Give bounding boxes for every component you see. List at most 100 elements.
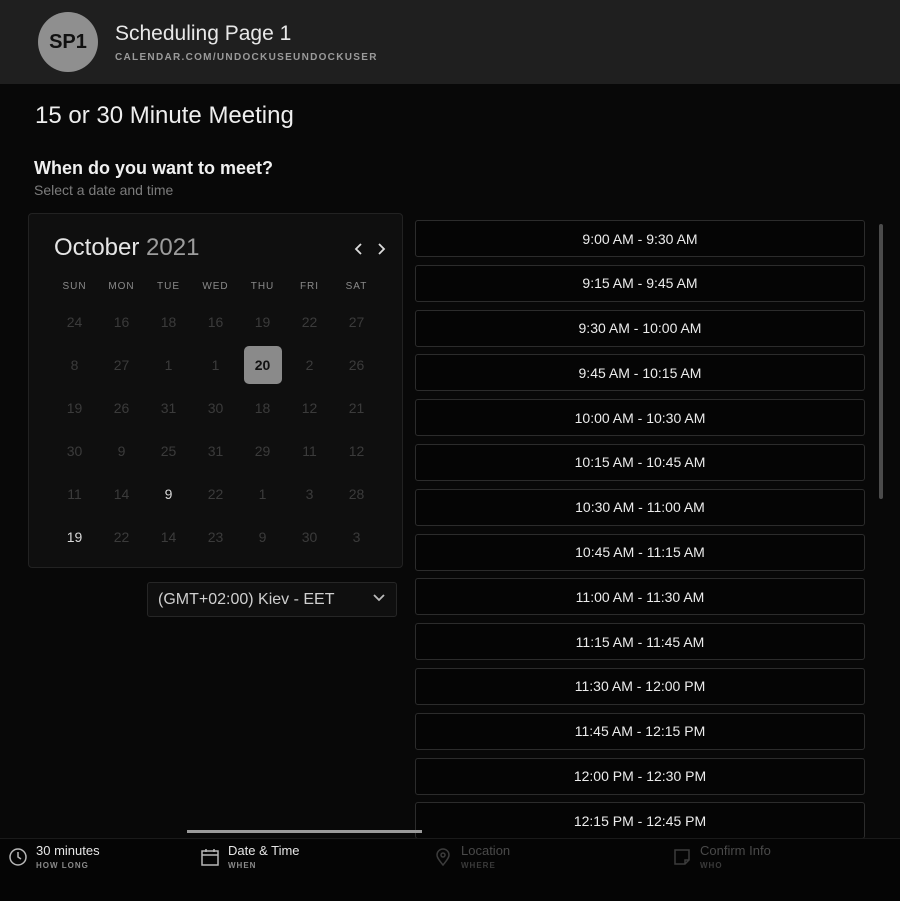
- time-slot-button[interactable]: 11:45 AM - 12:15 PM: [415, 712, 865, 750]
- calendar-day: 23: [192, 515, 239, 558]
- calendar-day-number: 26: [348, 356, 365, 373]
- calendar-day: 16: [98, 300, 145, 343]
- time-slot-button[interactable]: 10:00 AM - 10:30 AM: [415, 399, 865, 437]
- time-slot-button[interactable]: 12:00 PM - 12:30 PM: [415, 757, 865, 795]
- calendar-day-number: 1: [258, 485, 267, 502]
- time-slot-button[interactable]: 9:30 AM - 10:00 AM: [415, 309, 865, 347]
- calendar-week: 19 22 14 23 9 30 3: [51, 515, 381, 558]
- avatar: SP1: [38, 12, 98, 72]
- calendar-day: 1: [192, 343, 239, 386]
- calendar-day: 14: [98, 472, 145, 515]
- step-sublabel: WHERE: [461, 861, 496, 870]
- calendar-week: 30 9 25 31 29 11 12: [51, 429, 381, 472]
- calendar-day: 24: [51, 300, 98, 343]
- calendar-day-number: 18: [254, 399, 271, 416]
- calendar-day-number: 30: [207, 399, 224, 416]
- question-heading: When do you want to meet?: [34, 158, 273, 178]
- calendar-day: 30: [192, 386, 239, 429]
- calendar-day-number: 27: [113, 356, 130, 373]
- calendar-day[interactable]: 9: [145, 472, 192, 515]
- calendar-day: 9: [239, 515, 286, 558]
- weekday-label: FRI: [299, 281, 320, 292]
- calendar-day-number: 3: [352, 528, 361, 545]
- time-slot-button[interactable]: 12:15 PM - 12:45 PM: [415, 802, 865, 840]
- calendar-week: 19 26 31 30 18 12 21: [51, 386, 381, 429]
- calendar-day-selected[interactable]: 20: [239, 343, 286, 386]
- calendar-day-number: 2: [305, 356, 314, 373]
- calendar-day-number: 12: [348, 442, 365, 459]
- calendar-day-number: 8: [70, 356, 79, 373]
- calendar-day: 27: [98, 343, 145, 386]
- calendar-day-number: 22: [113, 528, 130, 545]
- chevron-left-icon[interactable]: [349, 240, 369, 260]
- time-slot-button[interactable]: 10:30 AM - 11:00 AM: [415, 488, 865, 526]
- calendar-day-number: 30: [66, 442, 83, 459]
- step-label: Confirm Info: [700, 843, 771, 858]
- chevron-right-icon[interactable]: [371, 240, 391, 260]
- calendar-day-number: 11: [302, 442, 317, 459]
- calendar-day-number: 24: [66, 313, 83, 330]
- calendar-week: 24 16 18 16 19 22 27: [51, 300, 381, 343]
- time-slot-button[interactable]: 10:45 AM - 11:15 AM: [415, 533, 865, 571]
- weekday-label: WED: [202, 281, 229, 292]
- calendar-day: 29: [239, 429, 286, 472]
- steps-bar: 30 minutes HOW LONG Date & Time WHEN Loc…: [0, 838, 900, 901]
- weekday-label: MON: [108, 281, 135, 292]
- calendar-day: 21: [333, 386, 380, 429]
- step-sublabel: WHEN: [228, 861, 257, 870]
- calendar-day-number: 16: [113, 313, 130, 330]
- timezone-select[interactable]: (GMT+02:00) Kiev - EET: [147, 582, 397, 617]
- weekday-label: SAT: [345, 281, 368, 292]
- time-slot-button[interactable]: 11:15 AM - 11:45 AM: [415, 623, 865, 661]
- calendar-day: 30: [286, 515, 333, 558]
- calendar-day-number: 1: [164, 356, 173, 373]
- scheduling-page-url[interactable]: CALENDAR.COM/UNDOCKUSEUNDOCKUSER: [115, 52, 378, 63]
- calendar-week: 8 27 1 1 20 2 26: [51, 343, 381, 386]
- weekday-label: SUN: [62, 281, 87, 292]
- calendar-day-number: 31: [207, 442, 224, 459]
- calendar-day[interactable]: 19: [51, 515, 98, 558]
- time-slot-button[interactable]: 9:45 AM - 10:15 AM: [415, 354, 865, 392]
- clock-icon: [8, 847, 30, 869]
- time-slot-button[interactable]: 11:30 AM - 12:00 PM: [415, 667, 865, 705]
- time-slot-scrollbar[interactable]: [879, 224, 883, 499]
- calendar-day-number: 14: [113, 485, 130, 502]
- calendar-day-number: 9: [117, 442, 126, 459]
- time-slot-button[interactable]: 9:00 AM - 9:30 AM: [415, 220, 865, 257]
- calendar-day: 9: [98, 429, 145, 472]
- question-subtitle: Select a date and time: [34, 182, 174, 198]
- calendar-day: 12: [286, 386, 333, 429]
- time-slot-button[interactable]: 11:00 AM - 11:30 AM: [415, 578, 865, 616]
- weekday-label: THU: [250, 281, 275, 292]
- calendar-day-number: 22: [207, 485, 224, 502]
- step-label: 30 minutes: [36, 843, 100, 858]
- map-pin-icon: [433, 847, 455, 869]
- time-slot-button[interactable]: 10:15 AM - 10:45 AM: [415, 443, 865, 481]
- step-sublabel: HOW LONG: [36, 861, 89, 870]
- calendar-day-number: 25: [160, 442, 177, 459]
- weekday-header: SUN MON TUE WED THU FRI SAT: [51, 281, 381, 292]
- calendar-day-number: 19: [66, 528, 83, 545]
- calendar-day-number: 26: [113, 399, 130, 416]
- calendar-day: 1: [145, 343, 192, 386]
- chevron-down-icon: [372, 590, 386, 607]
- calendar-day: 18: [145, 300, 192, 343]
- calendar-day-number: 1: [211, 356, 220, 373]
- calendar-day-number: 23: [207, 528, 224, 545]
- calendar-day: 25: [145, 429, 192, 472]
- calendar-day-number: 18: [160, 313, 177, 330]
- time-slot-button[interactable]: 9:15 AM - 9:45 AM: [415, 264, 865, 302]
- calendar-day: 11: [51, 472, 98, 515]
- calendar-day: 26: [333, 343, 380, 386]
- calendar-day-number: 16: [207, 313, 224, 330]
- calendar-day: 11: [286, 429, 333, 472]
- calendar-day-number: 9: [164, 485, 173, 502]
- calendar-day-number: 9: [258, 528, 267, 545]
- calendar-day: 3: [333, 515, 380, 558]
- calendar-day-number: 12: [301, 399, 318, 416]
- calendar-day-number: 31: [160, 399, 177, 416]
- scheduling-page-title: Scheduling Page 1: [115, 22, 292, 45]
- calendar-day: 22: [286, 300, 333, 343]
- calendar-day: 26: [98, 386, 145, 429]
- calendar-day: 12: [333, 429, 380, 472]
